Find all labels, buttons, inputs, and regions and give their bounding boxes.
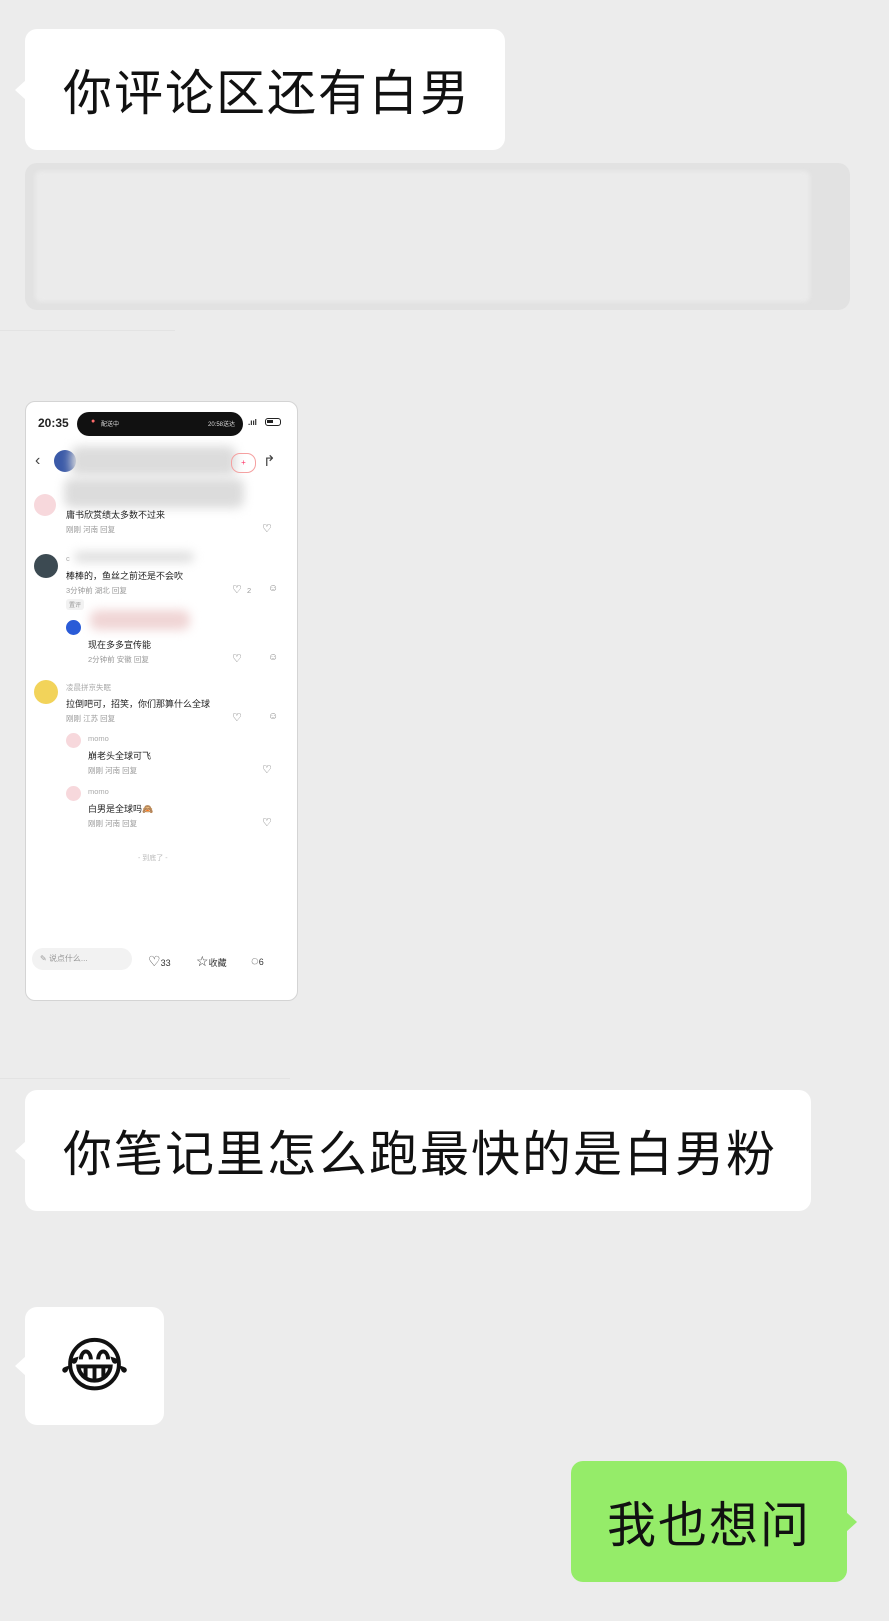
comment-icon: ◌ bbox=[251, 953, 259, 968]
collect-button: ☆收藏 bbox=[196, 953, 227, 970]
heart-icon: ♡ bbox=[232, 653, 242, 665]
battery-icon bbox=[265, 418, 281, 426]
bubble-tail bbox=[15, 1356, 26, 1376]
commenter-avatar bbox=[34, 494, 56, 516]
reply-text: 现在多多宣传能 bbox=[88, 640, 152, 650]
blurred-name bbox=[90, 610, 190, 630]
replier-name: momo bbox=[88, 787, 109, 796]
message-text: 我也想问 bbox=[606, 1497, 811, 1554]
separator-line bbox=[0, 330, 175, 331]
blurred-row bbox=[64, 478, 244, 508]
like-count: 2 bbox=[247, 586, 252, 595]
comment-meta: 刚刚 江苏 回复 bbox=[66, 714, 116, 723]
reply-text: 白男是全球吗🙈 bbox=[88, 804, 154, 814]
replier-name: momo bbox=[88, 734, 109, 743]
commenter-avatar bbox=[34, 680, 58, 704]
reply-meta: 刚刚 河南 回复 bbox=[88, 766, 138, 775]
heart-icon: ♡ bbox=[232, 712, 242, 724]
comment-text: 拉倒吧可，招笑，你们那算什么全球 bbox=[66, 699, 211, 709]
delivery-status-text: 配送中 bbox=[101, 422, 120, 428]
delivery-eta-text: 20:58送达 bbox=[207, 422, 235, 428]
incoming-message-bubble[interactable]: 你评论区还有白男 bbox=[15, 29, 505, 150]
heart-icon: ♡ bbox=[262, 523, 272, 535]
tears-of-joy-emoji: 😂 bbox=[59, 1331, 130, 1401]
star-icon: ☆ bbox=[196, 953, 209, 969]
outgoing-message-bubble[interactable]: 我也想问 bbox=[571, 1461, 857, 1582]
commenter-avatar bbox=[34, 554, 58, 578]
signal-icon: .ııl bbox=[248, 418, 257, 427]
comment-count: 6 bbox=[258, 957, 264, 967]
replier-avatar bbox=[66, 786, 81, 801]
redacted-area bbox=[35, 171, 810, 302]
emoji-reply-icon: ☺ bbox=[268, 711, 279, 722]
image-message-screenshot[interactable]: 20:35 ● 配送中 20:58送达 .ııl ‹ + ↱ 庸书欣赏绩太多数不… bbox=[25, 401, 298, 1001]
heart-icon: ♡ bbox=[262, 764, 272, 776]
separator-line bbox=[0, 1078, 290, 1079]
comment-meta: 刚刚 河南 回复 bbox=[66, 525, 116, 534]
bubble-tail bbox=[846, 1511, 857, 1532]
message-text: 你评论区还有白男 bbox=[63, 65, 472, 122]
share-icon: ↱ bbox=[263, 453, 276, 470]
message-text: 你笔记里怎么跑最快的是白男粉 bbox=[63, 1126, 778, 1183]
redacted-quote-block bbox=[25, 163, 850, 310]
author-name-blurred bbox=[71, 446, 236, 476]
bubble-tail bbox=[15, 79, 26, 100]
incoming-message-bubble[interactable]: 你笔记里怎么跑最快的是白男粉 bbox=[15, 1090, 811, 1211]
emoji-reply-icon: ☺ bbox=[268, 583, 279, 594]
back-icon: ‹ bbox=[35, 452, 41, 469]
reply-meta: 2分钟前 安徽 回复 bbox=[88, 655, 149, 664]
heart-icon: ♡ bbox=[262, 817, 272, 829]
delivery-icon: ● bbox=[91, 418, 96, 425]
like-button: ♡33 bbox=[148, 953, 171, 970]
comment-text: 棒棒的，鱼丝之前还是不会吹 bbox=[66, 571, 184, 581]
incoming-emoji-bubble[interactable]: 😂 bbox=[15, 1307, 164, 1425]
replier-avatar bbox=[66, 620, 81, 635]
commenter-name: c bbox=[66, 554, 70, 563]
comment-button: ◌6 bbox=[251, 953, 264, 968]
reply-text: 崩老头全球可飞 bbox=[88, 751, 152, 761]
bubble-tail bbox=[15, 1140, 26, 1161]
follow-button: + bbox=[231, 453, 256, 473]
emoji-reply-icon: ☺ bbox=[268, 652, 279, 663]
heart-icon: ♡ bbox=[232, 584, 242, 596]
collect-label: 收藏 bbox=[208, 958, 227, 968]
comment-text: 庸书欣赏绩太多数不过来 bbox=[66, 510, 166, 520]
status-time: 20:35 bbox=[38, 416, 69, 430]
comment-input-placeholder: 说点什么... bbox=[48, 954, 88, 963]
comment-meta: 3分钟前 湖北 回复 bbox=[66, 586, 127, 595]
commenter-name: 凌晨拼京失眠 bbox=[66, 683, 111, 692]
comment-input: ✎ 说点什么... bbox=[32, 948, 132, 970]
heart-icon: ♡ bbox=[148, 953, 161, 969]
like-count: 33 bbox=[160, 958, 171, 968]
dynamic-island: ● 配送中 20:58送达 bbox=[77, 412, 243, 436]
end-of-list-text: - 到底了 - bbox=[138, 855, 168, 862]
blurred-name bbox=[74, 552, 194, 562]
reply-meta: 刚刚 河南 回复 bbox=[88, 819, 138, 828]
comment-tag: 置评 bbox=[66, 599, 85, 610]
replier-avatar bbox=[66, 733, 81, 748]
